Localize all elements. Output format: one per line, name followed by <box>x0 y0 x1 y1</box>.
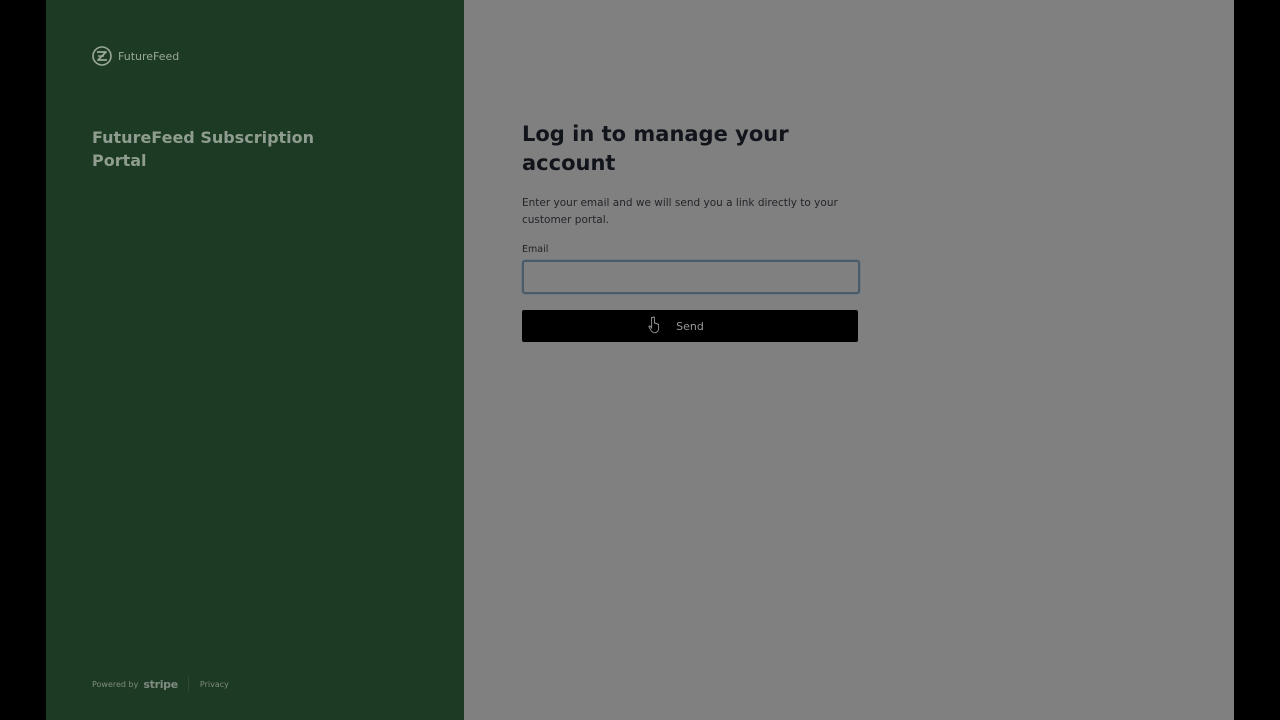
futurefeed-logo-icon <box>92 46 112 66</box>
powered-by-stripe-link[interactable]: Powered by stripe <box>92 678 188 691</box>
login-description: Enter your email and we will send you a … <box>522 197 838 226</box>
hand-cursor-icon <box>648 316 660 334</box>
stripe-logo: stripe <box>143 677 178 691</box>
portal-title: FutureFeed Subscription Portal <box>92 128 315 170</box>
login-panel: Log in to manage your account Enter your… <box>464 0 1234 720</box>
app-window: FutureFeed FutureFeed Subscription Porta… <box>46 0 1234 720</box>
login-heading: Log in to manage your account <box>522 122 789 175</box>
email-label: Email <box>522 244 549 255</box>
send-button[interactable]: Send <box>522 310 858 342</box>
privacy-link[interactable]: Privacy <box>200 680 229 689</box>
powered-by-label: Powered by <box>92 679 139 689</box>
footer-divider <box>187 677 189 691</box>
sidebar-footer: Powered by stripe Privacy <box>92 677 229 691</box>
login-form: Log in to manage your account Enter your… <box>522 120 860 342</box>
brand-name: FutureFeed <box>118 49 180 63</box>
email-field[interactable] <box>522 260 860 294</box>
brand-header: FutureFeed <box>92 46 179 66</box>
brand-sidebar: FutureFeed FutureFeed Subscription Porta… <box>46 0 464 720</box>
